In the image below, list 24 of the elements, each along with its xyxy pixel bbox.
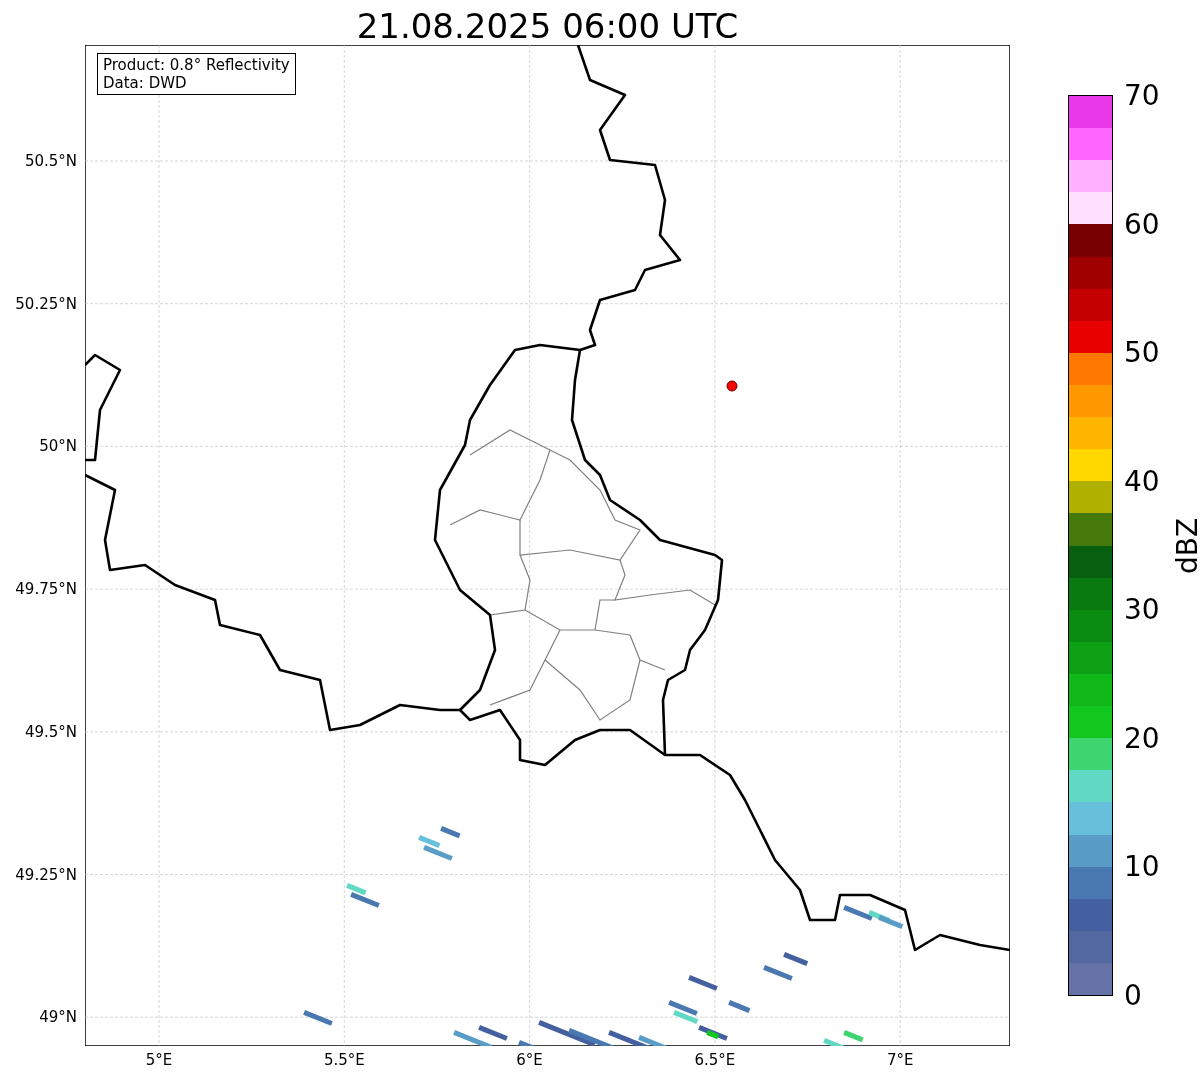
colorbar-tick-label: 20 bbox=[1124, 722, 1160, 755]
colorbar-label: dBZ bbox=[1172, 516, 1202, 576]
latitude-label: 50.5°N bbox=[24, 152, 77, 170]
latitude-label: 50°N bbox=[39, 437, 77, 456]
longitude-label: 7°E bbox=[885, 1051, 915, 1069]
colorbar-tick-label: 70 bbox=[1124, 80, 1160, 112]
latitude-label: 49.25°N bbox=[15, 865, 77, 884]
longitude-label: 5.5°E bbox=[322, 1051, 366, 1069]
latitude-label: 50.25°N bbox=[15, 294, 77, 313]
colorbar-tick-label: 60 bbox=[1124, 208, 1160, 241]
latitude-label: 49°N bbox=[39, 1008, 77, 1027]
colorbar-tick-label: 40 bbox=[1124, 465, 1160, 498]
colorbar-tick-label: 10 bbox=[1124, 851, 1160, 884]
longitude-label: 6.5°E bbox=[693, 1051, 737, 1069]
colorbar-tick-label: 0 bbox=[1124, 980, 1142, 1012]
info-text: Data: DWD bbox=[103, 74, 188, 92]
info-text: Product: 0.8° Reflectivity bbox=[103, 56, 290, 74]
latitude-label: 49.5°N bbox=[24, 722, 77, 741]
longitude-label: 6°E bbox=[515, 1051, 544, 1069]
colorbar-tick-label: 30 bbox=[1124, 594, 1160, 627]
colorbar-tick-label: 50 bbox=[1124, 337, 1160, 370]
plot-title: 21.08.2025 06:00 UTC bbox=[355, 5, 740, 48]
latitude-label: 49.75°N bbox=[15, 580, 77, 599]
longitude-label: 5°E bbox=[144, 1051, 174, 1069]
